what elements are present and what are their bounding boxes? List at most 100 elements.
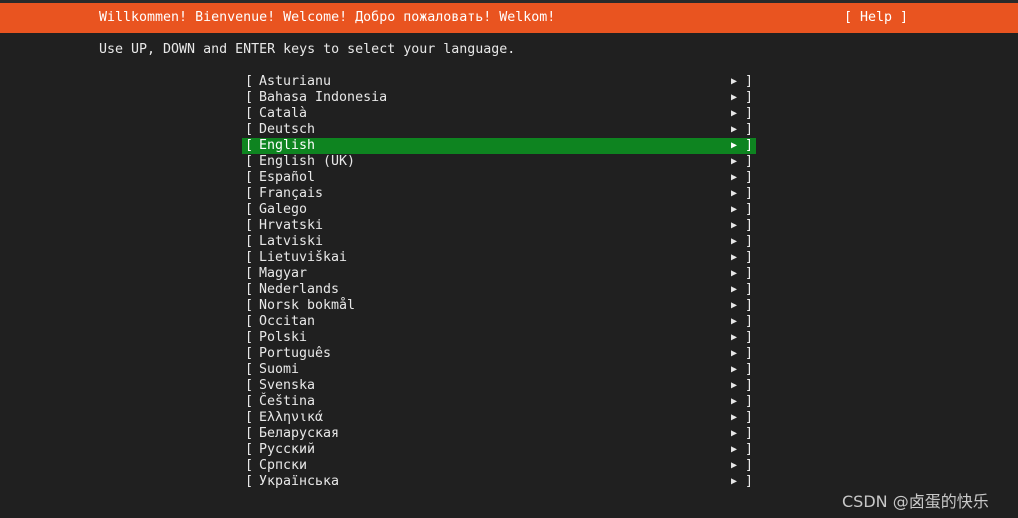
- language-item[interactable]: [Deutsch ▶]: [242, 122, 756, 138]
- right-bracket: ]: [745, 74, 754, 89]
- language-label: Norsk bokmål: [259, 298, 356, 313]
- instruction-text: Use UP, DOWN and ENTER keys to select yo…: [99, 42, 516, 57]
- left-bracket: [: [245, 410, 254, 425]
- language-item[interactable]: [Català ▶]: [242, 106, 756, 122]
- left-bracket: [: [245, 314, 254, 329]
- left-bracket: [: [245, 218, 254, 233]
- language-item[interactable]: [Français ▶]: [242, 186, 756, 202]
- left-bracket: [: [245, 474, 254, 489]
- right-bracket: ]: [745, 282, 754, 297]
- right-bracket: ]: [745, 394, 754, 409]
- right-arrow-icon: ▶: [731, 412, 738, 423]
- language-item[interactable]: [ Galego ▶]: [242, 202, 756, 218]
- left-bracket: [: [245, 202, 254, 217]
- right-arrow-icon: ▶: [731, 300, 738, 311]
- language-item[interactable]: [Norsk bokmål ▶]: [242, 298, 756, 314]
- language-item[interactable]: [Српски ▶]: [242, 458, 756, 474]
- language-label: Suomi: [259, 362, 300, 377]
- left-bracket: [: [245, 330, 254, 345]
- left-bracket: [: [245, 122, 254, 137]
- language-item[interactable]: [English ▶]: [242, 138, 756, 154]
- language-label: Asturianu: [259, 74, 332, 89]
- language-item[interactable]: [English (UK) ▶]: [242, 154, 756, 170]
- right-bracket: ]: [745, 266, 754, 281]
- language-item[interactable]: [Беларуская ▶]: [242, 426, 756, 442]
- right-arrow-icon: ▶: [731, 92, 738, 103]
- left-bracket: [: [245, 458, 254, 473]
- language-item[interactable]: [ Bahasa Indonesia ▶]: [242, 90, 756, 106]
- language-item[interactable]: [Português ▶]: [242, 346, 756, 362]
- right-bracket: ]: [745, 122, 754, 137]
- language-label: Беларуская: [259, 426, 340, 441]
- language-item[interactable]: [ Lietuviškai ▶]: [242, 250, 756, 266]
- language-label: Čeština: [259, 394, 316, 409]
- left-bracket: [: [245, 234, 254, 249]
- language-label: Magyar: [259, 266, 308, 281]
- language-label: Bahasa Indonesia: [259, 90, 388, 105]
- right-bracket: ]: [745, 90, 754, 105]
- language-label: Galego: [259, 202, 308, 217]
- right-bracket: ]: [745, 138, 754, 153]
- help-button[interactable]: [ Help ]: [844, 10, 908, 25]
- right-bracket: ]: [745, 298, 754, 313]
- language-item[interactable]: [Svenska ▶]: [242, 378, 756, 394]
- right-arrow-icon: ▶: [731, 364, 738, 375]
- language-item[interactable]: [Hrvatski ▶]: [242, 218, 756, 234]
- right-arrow-icon: ▶: [731, 172, 738, 183]
- left-bracket: [: [245, 170, 254, 185]
- right-bracket: ]: [745, 218, 754, 233]
- right-arrow-icon: ▶: [731, 428, 738, 439]
- right-arrow-icon: ▶: [731, 236, 738, 247]
- left-bracket: [: [245, 426, 254, 441]
- left-bracket: [: [245, 346, 254, 361]
- right-arrow-icon: ▶: [731, 140, 738, 151]
- right-bracket: ]: [745, 458, 754, 473]
- header-bar: Willkommen! Bienvenue! Welcome! Добро по…: [0, 3, 1018, 33]
- language-label: Español: [259, 170, 316, 185]
- right-bracket: ]: [745, 106, 754, 121]
- language-label: Српски: [259, 458, 308, 473]
- language-label: Ελληνικά: [259, 410, 324, 425]
- left-bracket: [: [245, 186, 254, 201]
- language-label: Nederlands: [259, 282, 340, 297]
- left-bracket: [: [245, 154, 254, 169]
- left-bracket: [: [245, 90, 254, 105]
- language-item[interactable]: [Latviski ▶]: [242, 234, 756, 250]
- right-bracket: ]: [745, 410, 754, 425]
- right-arrow-icon: ▶: [731, 252, 738, 263]
- language-item[interactable]: [Asturianu ▶]: [242, 74, 756, 90]
- right-bracket: ]: [745, 442, 754, 457]
- language-item[interactable]: [ Ελληνικά ▶]: [242, 410, 756, 426]
- language-item[interactable]: [Suomi ▶]: [242, 362, 756, 378]
- language-label: English: [259, 138, 316, 153]
- right-bracket: ]: [745, 330, 754, 345]
- language-label: Occitan: [259, 314, 316, 329]
- right-arrow-icon: ▶: [731, 156, 738, 167]
- language-item[interactable]: [Español ▶]: [242, 170, 756, 186]
- language-item[interactable]: [ Polski ▶]: [242, 330, 756, 346]
- header-title: Willkommen! Bienvenue! Welcome! Добро по…: [99, 10, 556, 25]
- right-bracket: ]: [745, 202, 754, 217]
- language-label: Deutsch: [259, 122, 316, 137]
- right-arrow-icon: ▶: [731, 204, 738, 215]
- left-bracket: [: [245, 362, 254, 377]
- right-bracket: ]: [745, 234, 754, 249]
- language-item[interactable]: [Nederlands ▶]: [242, 282, 756, 298]
- right-bracket: ]: [745, 250, 754, 265]
- right-arrow-icon: ▶: [731, 332, 738, 343]
- right-arrow-icon: ▶: [731, 268, 738, 279]
- language-item[interactable]: [Čeština ▶]: [242, 394, 756, 410]
- right-arrow-icon: ▶: [731, 444, 738, 455]
- language-label: Lietuviškai: [259, 250, 348, 265]
- language-item[interactable]: [Українська ▶]: [242, 474, 756, 490]
- left-bracket: [: [245, 442, 254, 457]
- left-bracket: [: [245, 106, 254, 121]
- language-item[interactable]: [Occitan ▶]: [242, 314, 756, 330]
- right-arrow-icon: ▶: [731, 284, 738, 295]
- language-label: English (UK): [259, 154, 356, 169]
- language-item[interactable]: [Русский ▶]: [242, 442, 756, 458]
- language-label: Polski: [259, 330, 308, 345]
- right-arrow-icon: ▶: [731, 348, 738, 359]
- language-item[interactable]: [Magyar ▶]: [242, 266, 756, 282]
- left-bracket: [: [245, 250, 254, 265]
